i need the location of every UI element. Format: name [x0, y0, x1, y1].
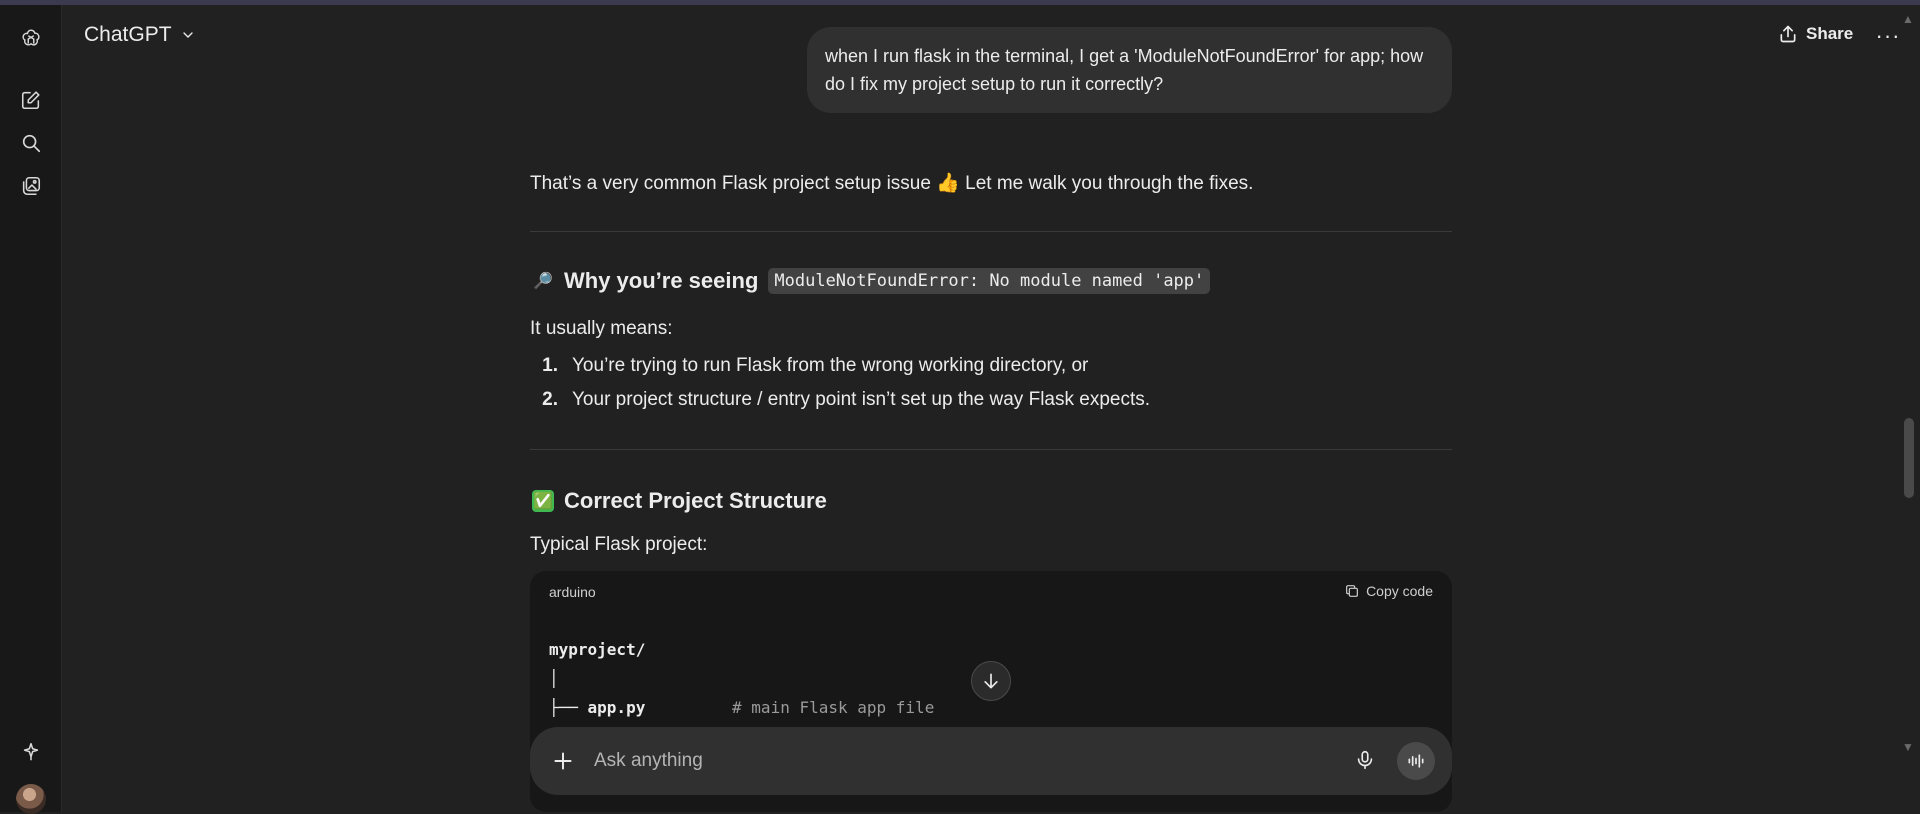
section-heading-structure: ✅ Correct Project Structure — [532, 488, 827, 514]
divider — [530, 231, 1452, 232]
list-item: 1. You’re trying to run Flask from the w… — [542, 355, 1089, 376]
add-attachment-button[interactable] — [550, 748, 576, 774]
copy-code-button[interactable]: Copy code — [1344, 583, 1433, 599]
code-content: myproject/ │ ├── app.py # main Flask app f… — [549, 635, 934, 722]
sparkle-icon[interactable] — [17, 738, 45, 766]
copy-code-label: Copy code — [1366, 583, 1433, 599]
code-line: myproject/ — [549, 640, 646, 659]
plus-icon — [554, 752, 572, 770]
divider — [530, 449, 1452, 450]
new-chat-icon[interactable] — [17, 86, 45, 114]
mic-icon — [1357, 750, 1373, 770]
avatar[interactable] — [16, 784, 46, 814]
scroll-to-bottom-button[interactable] — [971, 661, 1011, 701]
code-language-label: arduino — [549, 584, 596, 600]
code-line: │ — [549, 669, 559, 688]
voice-mode-button[interactable] — [1397, 742, 1435, 780]
magnifier-emoji-icon: 🔎 — [533, 273, 553, 290]
section-heading-text: Correct Project Structure — [564, 488, 827, 513]
sidebar-rail — [0, 5, 62, 814]
code-line: ├── app.py # main Flask app file — [549, 698, 935, 717]
section-heading-text: Why you’re seeing — [564, 268, 759, 293]
reasons-list: 1. You’re trying to run Flask from the w… — [540, 349, 1150, 417]
chevron-down-icon — [182, 32, 193, 38]
dictate-button[interactable] — [1354, 749, 1378, 773]
model-selector[interactable]: ChatGPT — [84, 23, 196, 47]
share-button[interactable]: Share — [1778, 24, 1853, 44]
more-options-button[interactable]: ··· — [1874, 23, 1902, 48]
share-icon — [1780, 25, 1796, 43]
section-heading-why: 🔎 Why you’re seeing ModuleNotFoundError:… — [532, 268, 1211, 294]
section-lead: It usually means: — [530, 318, 673, 339]
assistant-intro: That’s a very common Flask project setup… — [530, 173, 1254, 194]
user-message: when I run flask in the terminal, I get … — [807, 27, 1452, 113]
window-top-strip — [0, 0, 1920, 5]
app-title: ChatGPT — [84, 23, 172, 46]
composer — [530, 727, 1452, 795]
scrollbar[interactable] — [1900, 5, 1920, 812]
section-lead: Typical Flask project: — [530, 534, 708, 555]
voice-mode-icon — [1408, 754, 1424, 768]
scroll-down-arrow-icon[interactable]: ▼ — [1900, 740, 1916, 754]
openai-logo-icon[interactable] — [17, 25, 45, 53]
check-mark-emoji-icon: ✅ — [532, 490, 554, 512]
share-label: Share — [1806, 24, 1854, 43]
scrollbar-thumb[interactable] — [1904, 418, 1914, 498]
scroll-up-arrow-icon[interactable]: ▲ — [1900, 12, 1916, 26]
list-item: 2. Your project structure / entry point … — [542, 389, 1151, 410]
arrow-down-icon — [984, 673, 998, 689]
search-icon[interactable] — [17, 129, 45, 157]
prompt-input[interactable] — [592, 745, 1272, 777]
images-library-icon[interactable] — [17, 172, 45, 200]
inline-code: ModuleNotFoundError: No module named 'ap… — [768, 268, 1211, 294]
copy-icon — [1346, 585, 1358, 597]
